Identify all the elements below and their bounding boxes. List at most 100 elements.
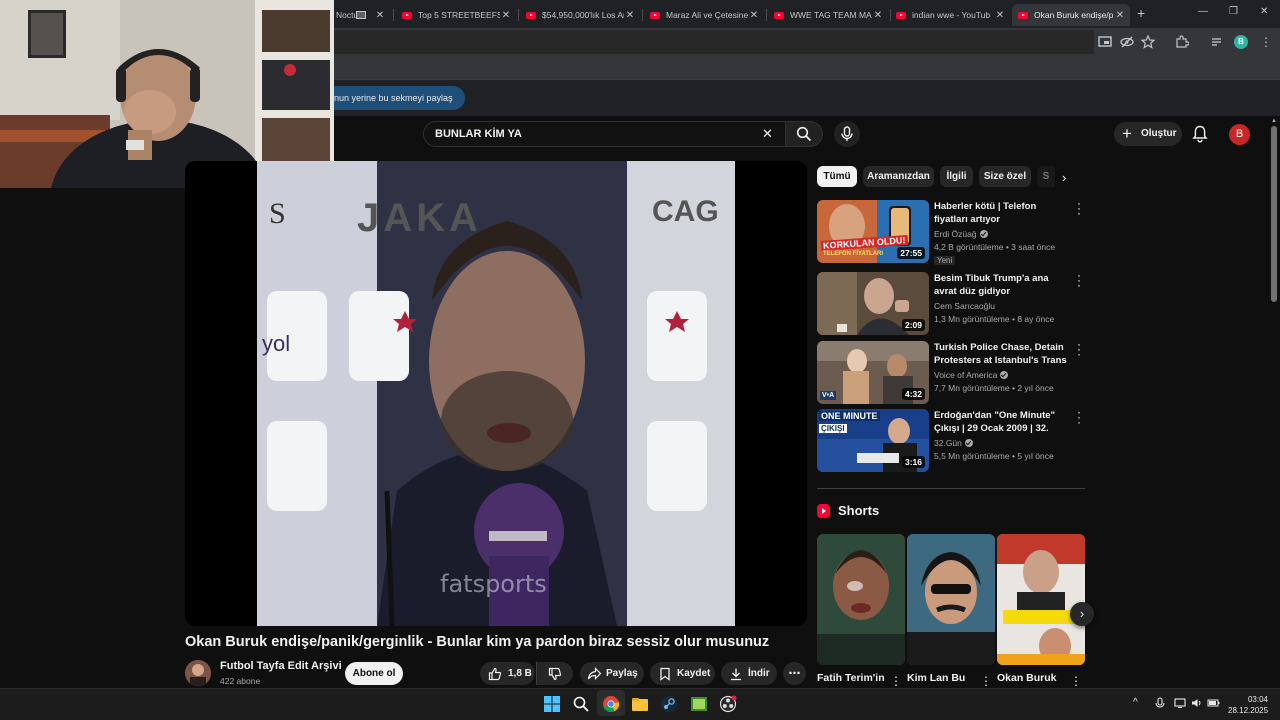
address-bar[interactable]: [334, 30, 1094, 54]
browser-profile-avatar[interactable]: B: [1234, 35, 1248, 49]
close-tab-icon[interactable]: ✕: [1114, 10, 1126, 21]
eye-off-icon[interactable]: [1120, 35, 1134, 49]
channel-name: Erdi Özüağ: [934, 229, 977, 239]
video-thumbnail[interactable]: ONE MINUTE ÇIKIŞI 3:16: [817, 409, 929, 472]
tab-6-active[interactable]: Okan Buruk endişe/p ✕: [1012, 4, 1130, 26]
new-tab-icon[interactable]: +: [1137, 5, 1145, 21]
recommendation-channel[interactable]: Cem Sarıcaoğlu: [934, 301, 995, 311]
windows-start-icon[interactable]: [543, 695, 561, 713]
minimize-icon[interactable]: —: [1198, 6, 1208, 17]
short-thumbnail[interactable]: [817, 534, 905, 665]
obs-icon[interactable]: [719, 695, 737, 713]
close-tab-icon[interactable]: ✕: [748, 10, 760, 21]
channel-name[interactable]: Futbol Tayfa Edit Arşivi: [220, 660, 342, 672]
scroll-up-arrow-icon[interactable]: ▲: [1271, 118, 1277, 124]
subscribe-button[interactable]: Abone ol: [345, 662, 403, 685]
tab-0[interactable]: Noctu ✕: [334, 4, 390, 26]
volume-icon[interactable]: [1191, 698, 1203, 708]
close-tab-icon[interactable]: ✕: [624, 10, 636, 21]
chip-partial[interactable]: S: [1037, 166, 1055, 187]
video-thumbnail[interactable]: 2:09: [817, 272, 929, 335]
tab-1[interactable]: Top 5 STREETBEEFS K ✕: [396, 4, 516, 26]
upload-age: 5 yıl önce: [1017, 451, 1054, 461]
svg-text:S: S: [269, 197, 286, 230]
save-button[interactable]: Kaydet: [650, 662, 715, 685]
voice-search-button[interactable]: [834, 121, 860, 147]
notifications-bell-icon[interactable]: [1192, 125, 1208, 143]
close-window-icon[interactable]: ✕: [1260, 6, 1268, 17]
chip-related[interactable]: İlgili: [940, 166, 973, 187]
close-tab-icon[interactable]: ✕: [500, 10, 512, 21]
video-player[interactable]: JAKA CAG yol S fatsports: [185, 161, 807, 626]
clear-search-icon[interactable]: ✕: [762, 126, 773, 142]
tray-overflow-icon[interactable]: ^: [1133, 697, 1138, 708]
recommendation-channel[interactable]: Voice of America: [934, 370, 1009, 380]
recommendation-item[interactable]: V•A 4:32 Turkish Police Chase, Detain Pr…: [817, 338, 1087, 405]
tab-5[interactable]: indian wwe - YouTub ✕: [890, 4, 1010, 26]
chevron-right-icon[interactable]: ›: [1062, 170, 1066, 185]
recommendation-item[interactable]: ONE MINUTE ÇIKIŞI 3:16 Erdoğan'dan "One …: [817, 406, 1087, 473]
recommendation-title[interactable]: Haberler kötü | Telefon fiyatları artıyo…: [934, 200, 1069, 226]
search-button[interactable]: [785, 121, 823, 147]
short-title[interactable]: Fatih Terim'in: [817, 672, 885, 684]
recommendation-channel[interactable]: Erdi Özüağ: [934, 229, 988, 239]
page-scrollbar[interactable]: [1271, 126, 1277, 302]
browser-menu-icon[interactable]: ⋮: [1259, 35, 1273, 49]
tray-microphone-icon[interactable]: [1155, 697, 1165, 709]
chip-from-search[interactable]: Aramanızdan: [863, 166, 934, 187]
short-thumbnail[interactable]: [907, 534, 995, 665]
more-options-icon[interactable]: ⋮: [1070, 674, 1082, 688]
tab-4[interactable]: WWE TAG TEAM MA ✕: [768, 4, 888, 26]
recommendation-item[interactable]: 2:09 Besim Tibuk Trump'a ana avrat düz g…: [817, 269, 1087, 336]
short-title[interactable]: Kim Lan Bu: [907, 672, 965, 684]
cast-icon[interactable]: [1098, 35, 1112, 49]
video-thumbnail[interactable]: V•A 4:32: [817, 341, 929, 404]
share-button[interactable]: Paylaş: [580, 662, 644, 685]
system-clock[interactable]: 03:04 28.12.2025: [1228, 694, 1268, 716]
search-input[interactable]: BUNLAR KİM YA: [423, 121, 786, 147]
youtube-favicon-icon: [526, 11, 536, 19]
media-controls-icon[interactable]: [1210, 35, 1224, 49]
shorts-next-button[interactable]: ›: [1070, 602, 1094, 626]
recommendation-title[interactable]: Erdoğan'dan "One Minute" Çıkışı | 29 Oca…: [934, 409, 1069, 435]
recommendation-title[interactable]: Besim Tibuk Trump'a ana avrat düz gidiyo…: [934, 272, 1069, 298]
like-button[interactable]: 1,8 B: [480, 662, 535, 685]
more-options-icon[interactable]: ⋮: [980, 674, 992, 688]
close-tab-icon[interactable]: ✕: [994, 10, 1006, 21]
more-actions-button[interactable]: ⋯: [783, 662, 806, 685]
short-thumbnail[interactable]: [997, 534, 1085, 665]
account-avatar[interactable]: B: [1229, 124, 1250, 145]
chip-all[interactable]: Tümü: [817, 166, 857, 187]
taskbar-search-icon[interactable]: [572, 695, 590, 713]
tab-3[interactable]: Maraz Ali ve Çetesine ✕: [644, 4, 764, 26]
share-this-tab-button[interactable]: nun yerine bu sekmeyi paylaş: [326, 86, 465, 110]
dislike-button[interactable]: [536, 662, 573, 685]
close-tab-icon[interactable]: ✕: [872, 10, 884, 21]
recommendation-item[interactable]: KORKULAN OLDU! TELEFON FİYATLARI 27:55 H…: [817, 197, 1087, 265]
more-options-icon[interactable]: · · ·: [1075, 406, 1083, 428]
download-button[interactable]: İndir: [721, 662, 777, 685]
battery-icon[interactable]: [1207, 698, 1220, 708]
restore-icon[interactable]: ❐: [1229, 6, 1238, 17]
create-button[interactable]: + Oluştur: [1114, 122, 1182, 146]
media-app-icon[interactable]: [690, 695, 708, 713]
extensions-icon[interactable]: [1175, 35, 1189, 49]
chrome-icon[interactable]: [602, 695, 620, 713]
more-options-icon[interactable]: · · ·: [1075, 338, 1083, 360]
more-options-icon[interactable]: ⋮: [890, 674, 902, 688]
recommendation-title[interactable]: Turkish Police Chase, Detain Protesters …: [934, 341, 1069, 367]
channel-avatar[interactable]: [185, 660, 211, 686]
file-explorer-icon[interactable]: [631, 695, 649, 713]
steam-icon[interactable]: [660, 695, 678, 713]
short-title[interactable]: Okan Buruk: [997, 672, 1057, 684]
recommendation-channel[interactable]: 32.Gün: [934, 438, 973, 448]
close-tab-icon[interactable]: ✕: [374, 10, 386, 21]
network-icon[interactable]: [1174, 698, 1186, 708]
video-thumbnail[interactable]: KORKULAN OLDU! TELEFON FİYATLARI 27:55: [817, 200, 929, 263]
tab-2[interactable]: $54,950,000'lık Los Ar ✕: [520, 4, 640, 26]
upload-age: 3 saat önce: [1011, 242, 1056, 252]
chip-for-you[interactable]: Size özel: [979, 166, 1031, 187]
bookmark-star-icon[interactable]: [1141, 35, 1155, 49]
more-options-icon[interactable]: · · ·: [1075, 269, 1083, 291]
more-options-icon[interactable]: · · ·: [1075, 197, 1083, 219]
